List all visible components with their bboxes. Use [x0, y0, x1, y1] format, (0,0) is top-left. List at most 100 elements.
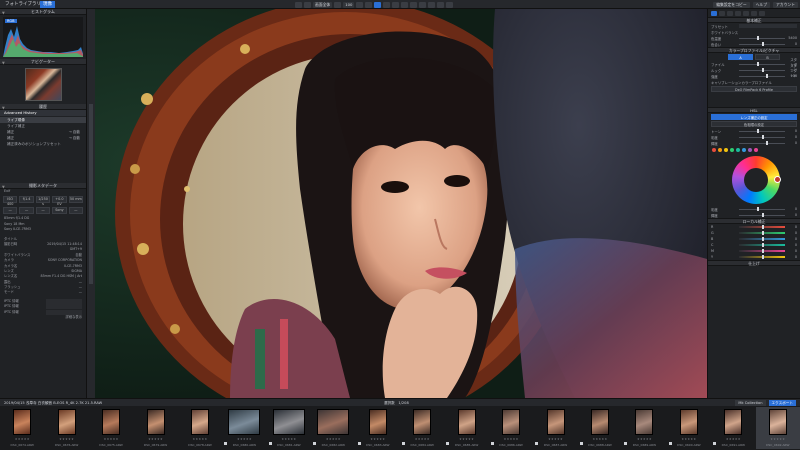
palette-detail-icon[interactable] — [727, 11, 733, 16]
tone-toggle-b[interactable]: B — [755, 54, 780, 60]
details-footer[interactable]: 詳細な表示 — [0, 315, 86, 320]
rating-stars[interactable]: ★★★★★ — [89, 437, 133, 441]
color-channel-dot[interactable] — [748, 148, 752, 152]
color-channel-dot[interactable] — [718, 148, 722, 152]
color-channel-dot[interactable] — [754, 148, 758, 152]
histogram-channel-tag[interactable]: RGB — [5, 19, 17, 23]
rating-stars[interactable]: ★★★★★ — [0, 437, 44, 441]
filmstrip-thumbnail[interactable]: ★★★★★ DSC_0676.ARW — [44, 407, 88, 449]
navigator-thumbnail[interactable] — [24, 68, 62, 101]
finishing-title[interactable]: 仕上げ — [708, 260, 800, 266]
filmstrip-thumbnail[interactable]: ★★★★★ DSC_0686.ARW — [489, 407, 533, 449]
history-title[interactable]: ▼ 履歴 — [0, 104, 86, 110]
slider-knob[interactable] — [765, 141, 768, 145]
local-adjust-icon[interactable] — [419, 1, 427, 8]
rgb-slider[interactable] — [739, 242, 785, 247]
rating-stars[interactable]: ★★★★★ — [756, 437, 800, 441]
slider-knob[interactable] — [757, 36, 760, 40]
slider-knob[interactable] — [762, 254, 764, 259]
iptc-field[interactable] — [46, 298, 82, 304]
slider-knob[interactable] — [761, 213, 764, 217]
repair-tool-icon[interactable] — [410, 1, 418, 8]
color-channel-dot[interactable] — [742, 148, 746, 152]
navigator-title[interactable]: ▼ ナビゲーター — [0, 59, 86, 65]
red-eye-tool-icon[interactable] — [401, 1, 409, 8]
tone-slider[interactable] — [739, 62, 785, 66]
filmstrip-thumbnail[interactable]: ★★★★★ DSC_0678.ARW — [178, 407, 222, 449]
zoom-out-icon[interactable] — [334, 1, 342, 8]
filmstrip-thumbnail[interactable]: ★★★★★ DSC_0674.ARW — [0, 407, 44, 449]
hsl-title[interactable]: HSL — [708, 107, 800, 113]
slider-knob[interactable] — [762, 242, 764, 247]
color-channel-dot[interactable] — [730, 148, 734, 152]
rating-stars[interactable]: ★★★★★ — [133, 437, 177, 441]
rating-stars[interactable]: ★★★★★ — [311, 437, 355, 441]
settings-icon[interactable] — [446, 1, 454, 8]
filmstrip-thumbnail[interactable]: ★★★★★ DSC_0687.ARW — [533, 407, 577, 449]
rating-stars[interactable]: ★★★★★ — [178, 437, 222, 441]
account-button[interactable]: アカウント — [773, 1, 798, 8]
slider-knob[interactable] — [761, 68, 764, 72]
filmstrip-thumbnail[interactable]: ★★★★★ DSC_0691.ARW — [711, 407, 755, 449]
rgb-slider[interactable] — [739, 230, 785, 235]
compare-icon[interactable] — [295, 1, 302, 8]
slider-knob[interactable] — [765, 74, 768, 78]
wheel-slider[interactable] — [739, 213, 785, 217]
horizon-tool-icon[interactable] — [428, 1, 436, 8]
filmstrip-thumbnail[interactable]: ★★★★★ DSC_0685.ARW — [444, 407, 488, 449]
rating-stars[interactable]: ★★★★★ — [44, 437, 88, 441]
palette-local-icon[interactable] — [751, 11, 757, 16]
filmstrip-thumbnail[interactable]: ★★★★★ DSC_0681.ARW — [267, 407, 311, 449]
hsl-slider[interactable] — [739, 135, 785, 139]
tone-toggle-a[interactable]: A — [728, 54, 753, 60]
palette-light-icon[interactable] — [711, 11, 717, 16]
fit-button[interactable]: 画面全体 — [313, 1, 333, 8]
perspective-tool-icon[interactable] — [392, 1, 400, 8]
color-wheel-knob[interactable] — [774, 176, 781, 183]
help-button[interactable]: ヘルプ — [752, 1, 771, 8]
rating-stars[interactable]: ★★★★★ — [667, 437, 711, 441]
metadata-title[interactable]: ▼ 撮影メタデータ — [0, 183, 86, 189]
histogram-title[interactable]: ▼ ヒストグラム — [0, 9, 86, 15]
rating-stars[interactable]: ★★★★★ — [400, 437, 444, 441]
filmstrip-thumbnail[interactable]: ★★★★★ DSC_0684.ARW — [400, 407, 444, 449]
rating-stars[interactable]: ★★★★★ — [533, 437, 577, 441]
tone-slider[interactable] — [739, 68, 785, 72]
hsl-slider[interactable] — [739, 141, 785, 145]
filmstrip-thumbnail[interactable]: ★★★★★ DSC_0675.ARW — [89, 407, 133, 449]
rgb-slider[interactable] — [739, 236, 785, 241]
preset-select[interactable] — [739, 24, 797, 28]
rgb-slider[interactable] — [739, 224, 785, 229]
filmstrip-thumbnail[interactable]: ★★★★★ DSC_0690.ARW — [667, 407, 711, 449]
rating-stars[interactable]: ★★★★★ — [222, 437, 266, 441]
straighten-tool-icon[interactable] — [383, 1, 391, 8]
scrollbar-thumb[interactable] — [89, 104, 93, 284]
color-channel-dot[interactable] — [724, 148, 728, 152]
slider-knob[interactable] — [757, 129, 760, 133]
filmstrip-thumbnail[interactable]: ★★★★★ DSC_0688.ARW — [578, 407, 622, 449]
filmstrip[interactable]: ★★★★★ DSC_0674.ARW ★★★★★ DSC_0676.ARW ★★★★★ D… — [0, 406, 800, 450]
wb-slider[interactable] — [739, 42, 785, 46]
palette-geometry-icon[interactable] — [735, 11, 741, 16]
split-view-icon[interactable] — [304, 1, 311, 8]
slider-knob[interactable] — [762, 248, 764, 253]
copy-settings-button[interactable]: 編集設定をコピー — [713, 1, 750, 8]
filmstrip-thumbnail[interactable]: ★★★★★ DSC_0683.ARW — [356, 407, 400, 449]
iptc-field[interactable] — [46, 309, 82, 315]
hsl-slider[interactable] — [739, 129, 785, 133]
rating-stars[interactable]: ★★★★★ — [489, 437, 533, 441]
rating-stars[interactable]: ★★★★★ — [622, 437, 666, 441]
slider-knob[interactable] — [762, 230, 764, 235]
filmstrip-thumbnail[interactable]: ★★★★★ DSC_0692.ARW — [755, 407, 800, 449]
tab-photo-library[interactable]: フォトライブラリ — [2, 1, 44, 8]
filmstrip-thumbnail[interactable]: ★★★★★ DSC_0682.ARW — [311, 407, 355, 449]
mask-icon[interactable] — [437, 1, 445, 8]
zoom-level[interactable]: 100 — [343, 1, 355, 8]
color-channel-dot[interactable] — [712, 148, 716, 152]
advanced-history-header[interactable]: Advanced History — [0, 110, 86, 116]
slider-knob[interactable] — [757, 207, 760, 211]
hsl-lens-button[interactable]: レンズ補正の設定 — [711, 114, 797, 120]
rgb-slider[interactable] — [739, 248, 785, 253]
slider-knob[interactable] — [757, 62, 760, 66]
rgb-slider[interactable] — [739, 254, 785, 259]
